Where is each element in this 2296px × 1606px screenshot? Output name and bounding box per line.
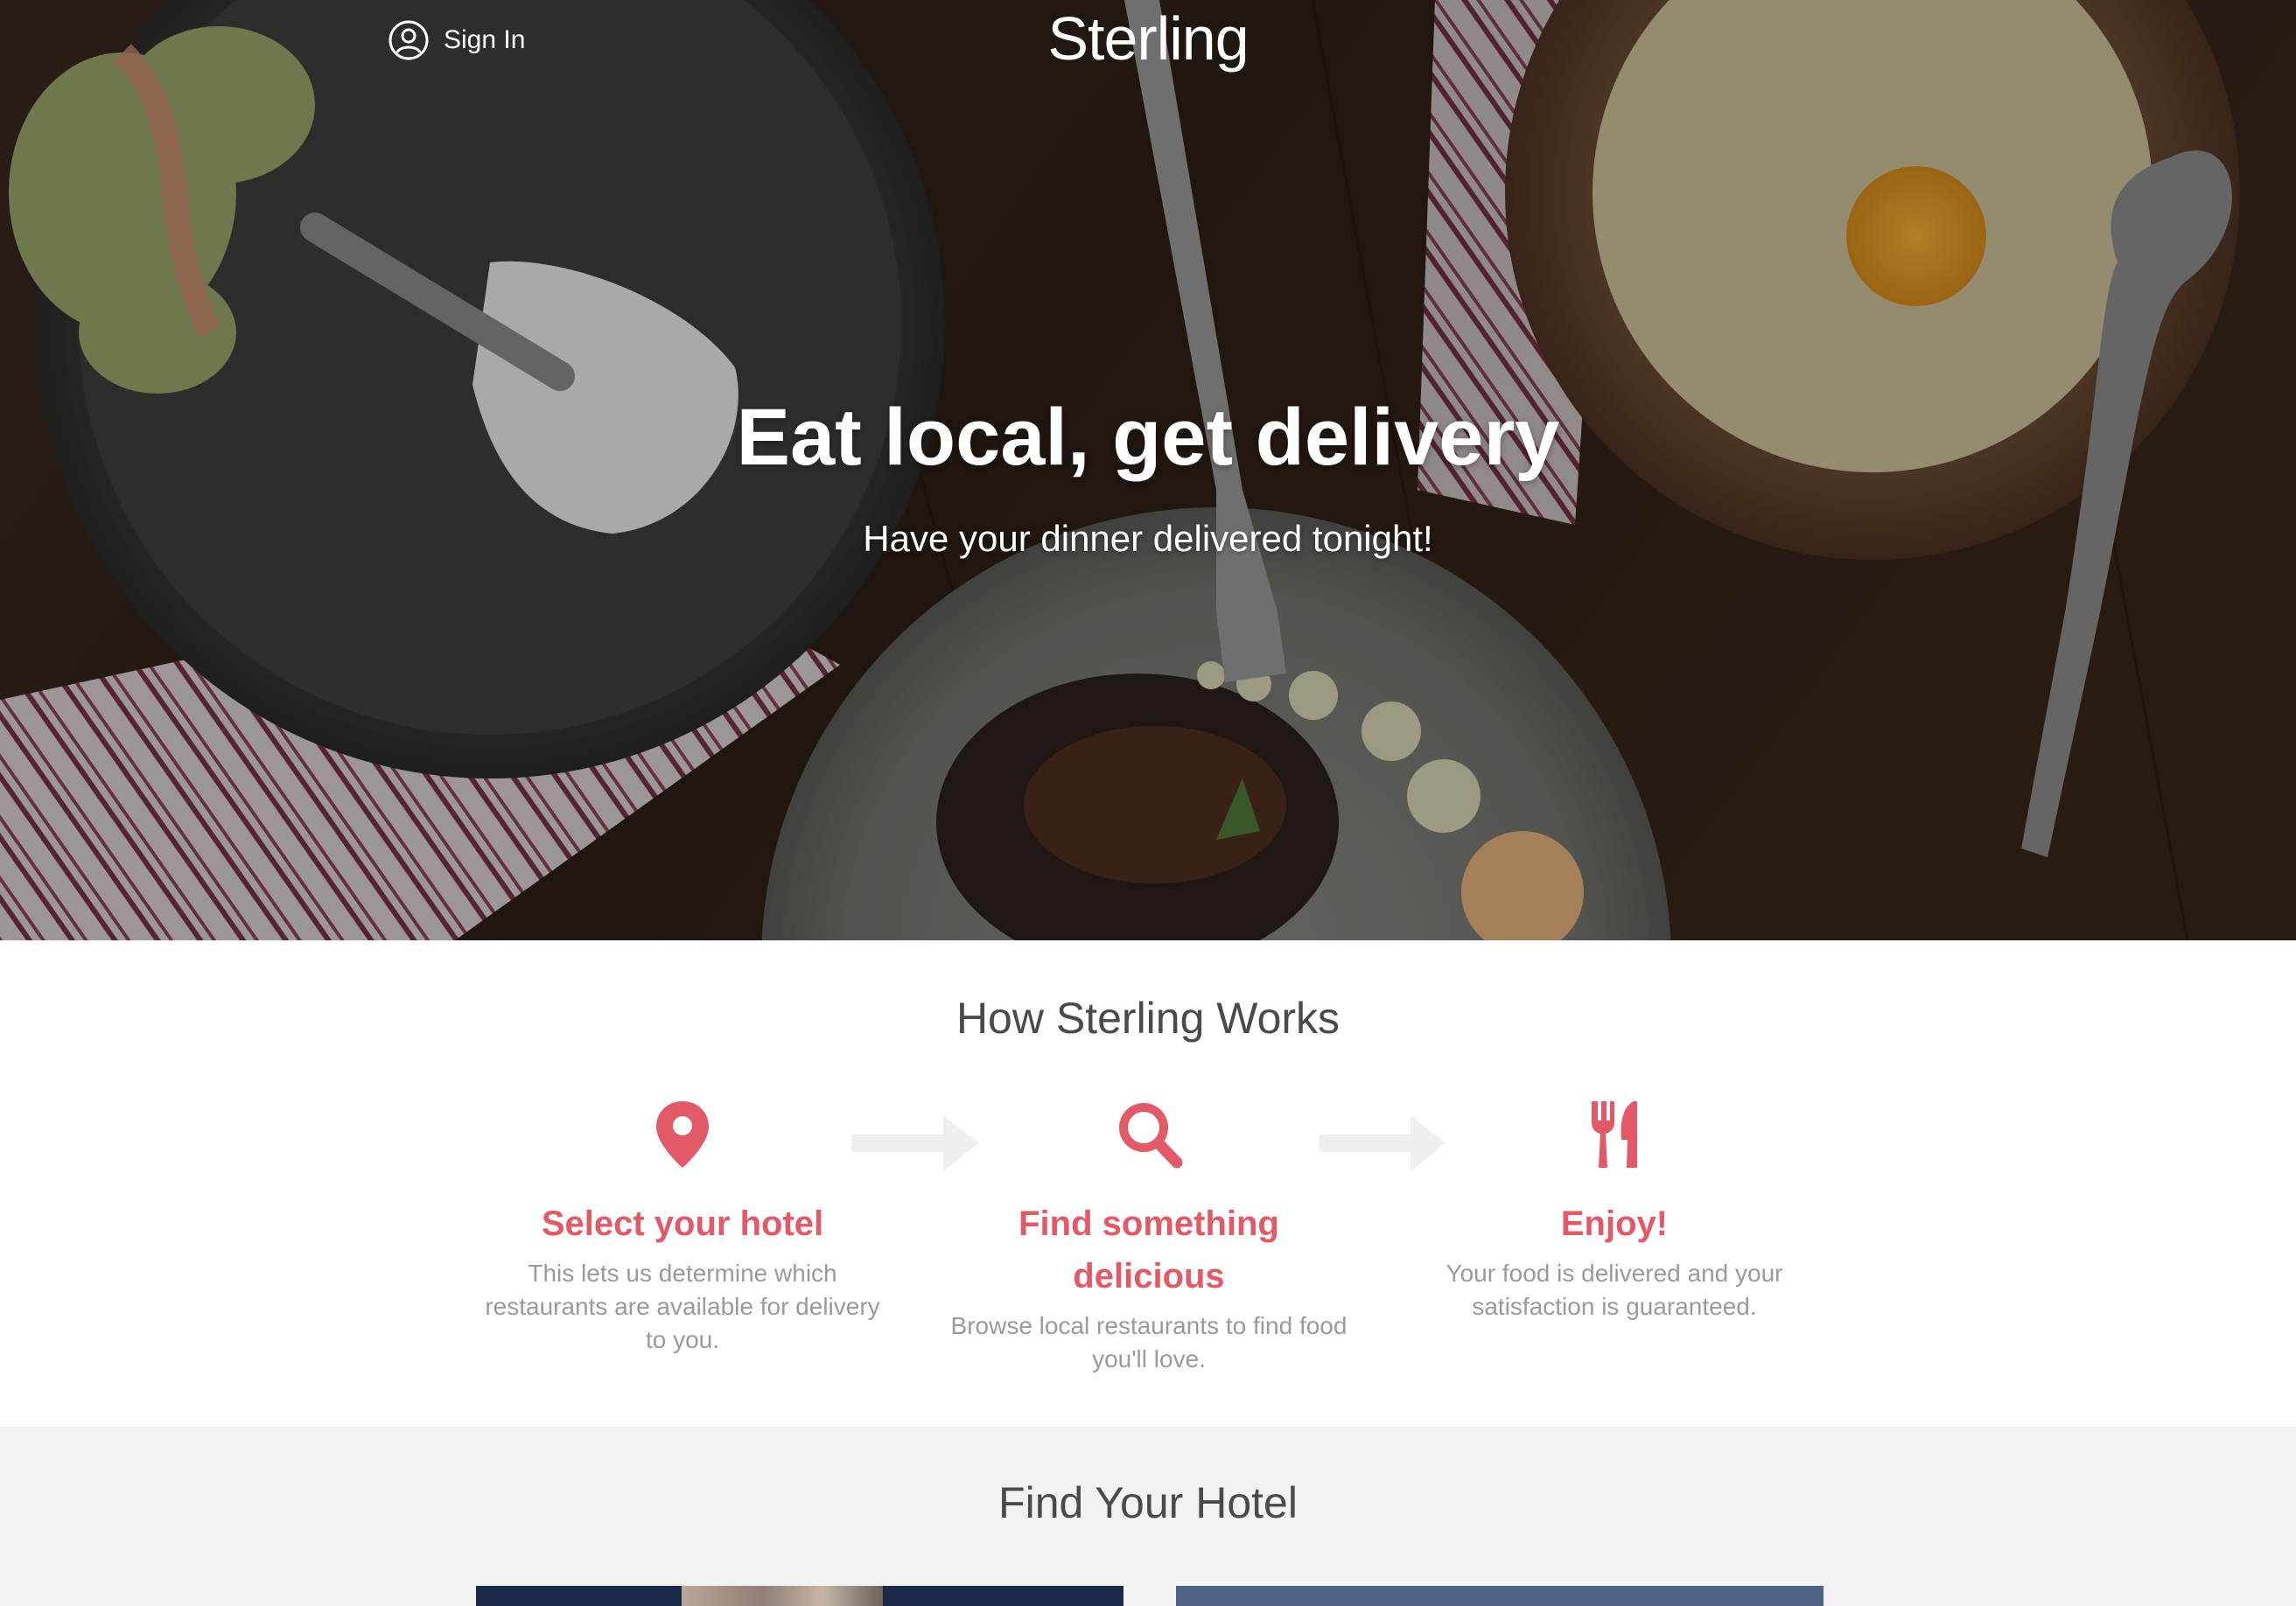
how-it-works-title: How Sterling Works [956, 994, 1340, 1043]
hotel-photo [682, 1586, 883, 1606]
step-title: Select your hotel [541, 1204, 824, 1243]
step-description: This lets us determine which restaurants… [485, 1260, 880, 1353]
find-hotel-title: Find Your Hotel [998, 1478, 1298, 1527]
step-title: Find something delicious [1018, 1204, 1279, 1295]
magnifier-icon [1119, 1103, 1183, 1169]
hero-banner: Sign In Sterling Eat local, get delivery… [0, 0, 2296, 940]
step-description: Your food is delivered and your satisfac… [1446, 1260, 1783, 1320]
step-title: Enjoy! [1560, 1204, 1669, 1243]
fork-knife-icon [1592, 1101, 1637, 1168]
hero-title: Eat local, get delivery [736, 393, 1560, 482]
step-description: Browse local restaurants to find food yo… [950, 1312, 1348, 1372]
map-pin-icon [656, 1101, 709, 1168]
hotel-card[interactable] [1176, 1586, 1824, 1606]
hero-subtitle: Have your dinner delivered tonight! [863, 518, 1433, 559]
hotel-card[interactable] [476, 1586, 1124, 1606]
brand-logo[interactable]: Sterling [0, 3, 2296, 73]
find-hotel-section: Find Your Hotel [0, 1427, 2296, 1606]
step-select-hotel: Select your hotel This lets us determine… [472, 1098, 892, 1357]
how-it-works-section: How Sterling Works Select your hotel Thi… [0, 940, 2296, 1427]
step-enjoy: Enjoy! Your food is delivered and your s… [1404, 1098, 1824, 1323]
step-find-food: Find something delicious Browse local re… [939, 1098, 1359, 1376]
